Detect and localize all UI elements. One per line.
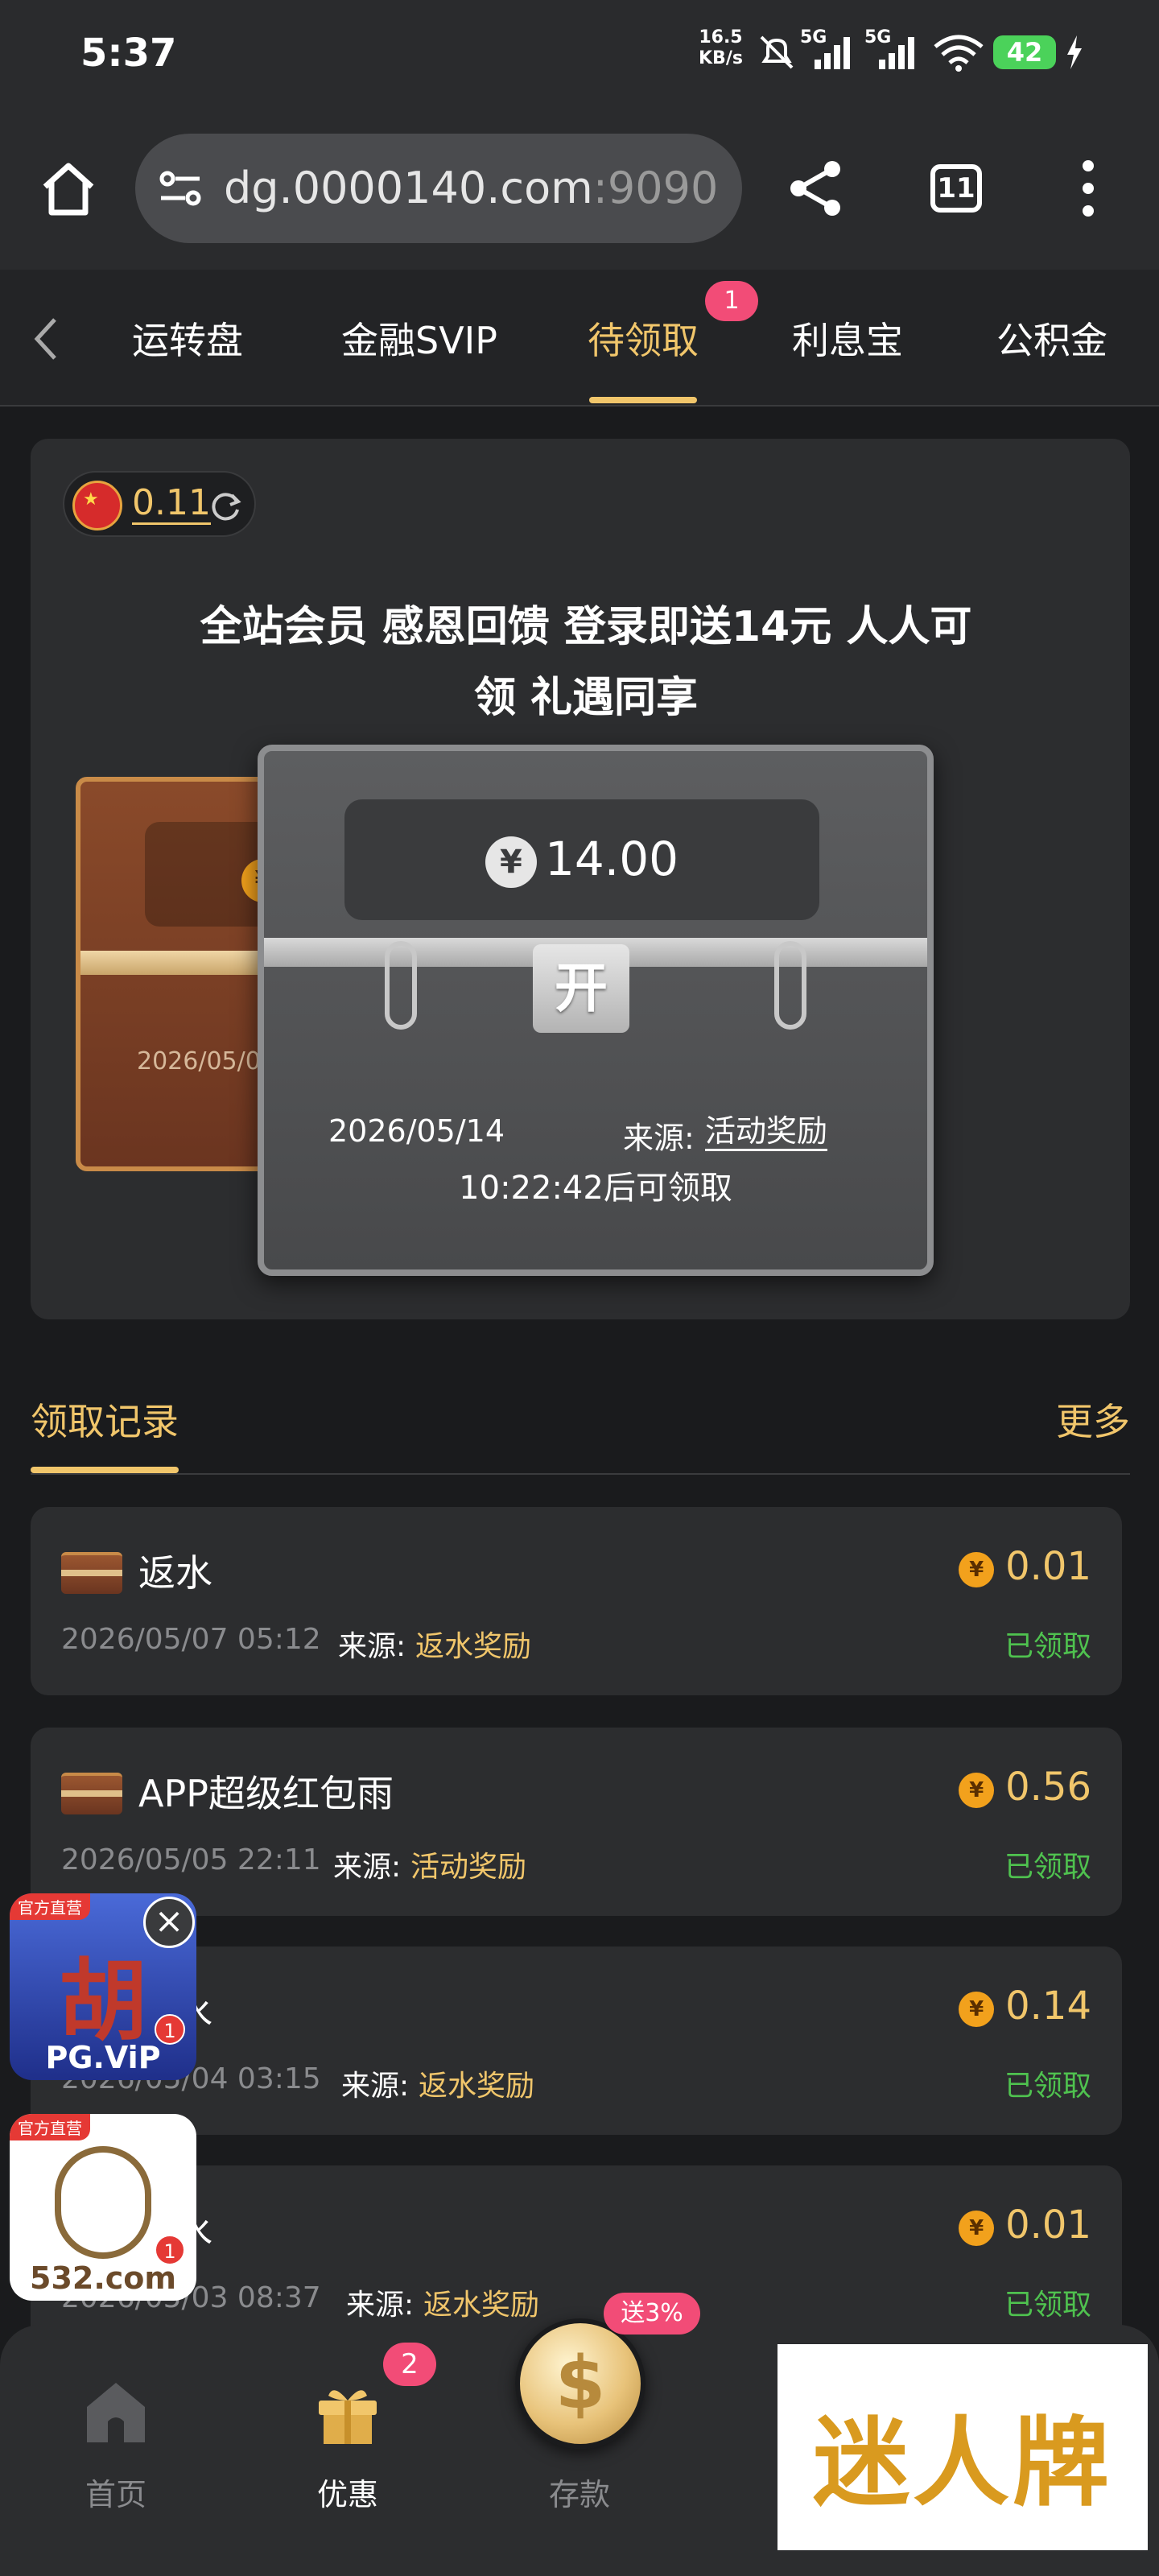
record-status: 已领取	[1004, 2289, 1091, 2322]
records-divider	[31, 1473, 1130, 1475]
home-icon	[87, 2383, 145, 2442]
record-amount: ¥0.14	[959, 1984, 1091, 2029]
floating-ad-532[interactable]: 官方直营 532.com 1	[10, 2114, 196, 2301]
yen-coin-icon: ¥	[959, 1992, 995, 2027]
record-source: 活动奖励	[410, 1851, 527, 1884]
wifi-icon	[934, 35, 984, 72]
chest-latch-right	[774, 941, 806, 1030]
record-source: 返水奖励	[423, 2289, 540, 2322]
ad-official-tag: 官方直营	[10, 2114, 90, 2140]
browser-toolbar: dg.0000140.com:9090 11	[0, 105, 1159, 270]
record-amount: ¥0.56	[959, 1765, 1091, 1810]
record-date: 2026/05/05 22:11	[61, 1843, 321, 1876]
ad-official-tag: 官方直营	[10, 1893, 90, 1920]
tab-switcher-button[interactable]: 11	[930, 164, 982, 213]
record-title: APP超级红包雨	[138, 1772, 394, 1815]
tab-pending[interactable]: 待领取	[588, 312, 699, 365]
tab-badge: 1	[705, 281, 758, 321]
deposit-bonus-badge: 送3%	[604, 2293, 700, 2334]
record-status: 已领取	[1004, 1630, 1091, 1663]
signal-icon	[879, 37, 914, 69]
chest-icon	[61, 1552, 122, 1594]
record-status: 已领取	[1004, 2070, 1091, 2103]
nav-home[interactable]: 首页	[35, 2325, 196, 2576]
category-tabs: 运转盘 金融SVIP 待领取 利息宝 公积金 1	[0, 270, 1159, 407]
chest-amount-panel: ¥14.00	[344, 799, 819, 920]
close-icon[interactable]: ×	[143, 1897, 195, 1948]
ad-badge: 1	[155, 2014, 185, 2045]
watermark: 迷人牌	[777, 2344, 1148, 2550]
nav-deposit-label: 存款	[548, 2477, 610, 2512]
open-chest-button[interactable]: 开	[533, 944, 629, 1033]
record-item[interactable]: APP超级红包雨 ¥0.56 2026/05/05 22:11 来源: 活动奖励…	[31, 1728, 1122, 1916]
record-title: 返水	[138, 1551, 212, 1595]
records-tab-indicator	[31, 1467, 179, 1473]
tab-fund[interactable]: 公积金	[996, 312, 1107, 365]
record-source: 返水奖励	[415, 1630, 532, 1663]
main-chest[interactable]: ¥14.00 开 2026/05/14 来源: 活动奖励 10:22:42后可领…	[258, 745, 934, 1276]
net-speed: 16.5 KB/s	[699, 27, 743, 68]
balance-value: 0.11	[132, 482, 211, 525]
yen-coin-icon: ¥	[959, 1552, 995, 1587]
records-more-link[interactable]: 更多	[1056, 1393, 1130, 1446]
tab-interest[interactable]: 利息宝	[792, 312, 903, 365]
chevron-left-icon[interactable]	[31, 315, 63, 363]
gift-icon	[319, 2390, 377, 2444]
ad-label: 532.com	[30, 2260, 176, 2296]
active-tab-indicator	[589, 397, 697, 403]
reward-chest-card: ★ 0.11 全站会员 感恩回馈 登录即送14元 人人可 领 礼遇同享 ¥ 20…	[31, 439, 1130, 1319]
chest-source-link[interactable]: 活动奖励	[705, 1113, 828, 1151]
address-bar[interactable]: dg.0000140.com:9090	[135, 134, 742, 243]
record-source: 返水奖励	[419, 2070, 535, 2103]
record-status: 已领取	[1004, 1851, 1091, 1884]
charging-icon	[1067, 35, 1082, 69]
records-tab-title[interactable]: 领取记录	[31, 1393, 179, 1446]
record-amount: ¥0.01	[959, 1544, 1091, 1589]
tab-wheel[interactable]: 运转盘	[132, 312, 243, 365]
site-settings-icon[interactable]	[156, 164, 204, 213]
chest-amount: ¥14.00	[344, 832, 819, 888]
record-item[interactable]: 返水 ¥0.01 2026/05/07 05:12 来源: 返水奖励 已领取	[31, 1507, 1122, 1695]
chest-source-label: 来源:	[623, 1121, 695, 1156]
record-source-label: 来源:	[341, 2070, 410, 2103]
yen-icon: ¥	[485, 836, 537, 888]
tab-finance-svip[interactable]: 金融SVIP	[341, 312, 497, 365]
nav-promo-label: 优惠	[316, 2477, 378, 2512]
ad-label: PG.ViP	[45, 2040, 161, 2075]
balance-pill[interactable]: ★ 0.11	[63, 471, 256, 537]
signal-icon	[815, 37, 850, 69]
more-menu-icon[interactable]	[1072, 158, 1104, 219]
chest-countdown: 10:22:42后可领取	[459, 1170, 732, 1207]
promo-text: 全站会员 感恩回馈 登录即送14元 人人可 领 礼遇同享	[200, 603, 972, 722]
record-source-label: 来源:	[338, 1630, 406, 1663]
refresh-icon[interactable]	[208, 489, 243, 524]
url-text: dg.0000140.com:9090	[224, 163, 719, 213]
bell-muted-icon	[760, 35, 794, 69]
brand-logo-icon	[55, 2146, 151, 2259]
status-bar: 5:37 16.5 KB/s 5G 5G 42	[0, 0, 1159, 105]
record-date: 2026/05/07 05:12	[61, 1623, 321, 1656]
promo-badge: 2	[383, 2343, 436, 2386]
battery-indicator: 42	[993, 35, 1056, 69]
chest-date: 2026/05/14	[328, 1113, 505, 1149]
china-flag-icon: ★	[72, 481, 122, 530]
yen-coin-icon: ¥	[959, 2211, 995, 2246]
side-chest-date: 2026/05/09	[137, 1047, 276, 1075]
nav-home-label: 首页	[85, 2477, 146, 2512]
chest-icon	[61, 1773, 122, 1814]
deposit-coin-icon[interactable]: $	[515, 2318, 645, 2449]
record-source-label: 来源:	[346, 2289, 415, 2322]
yen-coin-icon: ¥	[959, 1773, 995, 1808]
chest-latch-left	[385, 941, 417, 1030]
ad-badge: 1	[155, 2235, 185, 2265]
home-icon[interactable]	[39, 159, 98, 219]
status-time: 5:37	[80, 31, 177, 76]
record-amount: ¥0.01	[959, 2202, 1091, 2248]
record-source-label: 来源:	[333, 1851, 402, 1884]
share-icon[interactable]	[784, 156, 848, 221]
watermark-text: 迷人牌	[813, 2408, 1112, 2520]
